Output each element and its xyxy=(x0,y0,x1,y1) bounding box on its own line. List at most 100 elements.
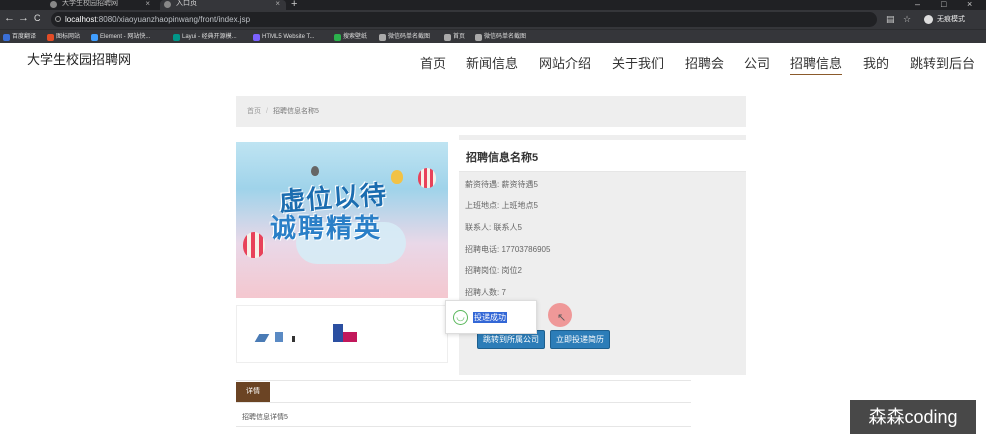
nav-item-mine[interactable]: 我的 xyxy=(863,53,889,72)
row-value: 薪资待遇5 xyxy=(501,180,538,189)
breadcrumb-home[interactable]: 首页 xyxy=(247,108,261,115)
bookmark-label: Element - 网站快... xyxy=(100,34,151,40)
nav-item-job-fair[interactable]: 招聘会 xyxy=(685,53,724,72)
nav-item-home[interactable]: 首页 xyxy=(420,53,446,72)
nav-item-site-intro[interactable]: 网站介绍 xyxy=(539,53,591,72)
nav-item-about[interactable]: 关于我们 xyxy=(612,53,664,72)
row-value: 7 xyxy=(501,288,506,297)
info-row-headcount: 招聘人数: 7 xyxy=(465,287,506,298)
row-label: 招聘人数: xyxy=(465,288,500,297)
bookmark-item[interactable]: 百度翻译 xyxy=(2,32,36,42)
info-icon[interactable] xyxy=(55,16,61,22)
row-label: 上班地点: xyxy=(465,201,500,210)
thumbnail-icon[interactable] xyxy=(292,336,295,342)
close-window-icon[interactable]: × xyxy=(967,0,972,9)
submit-resume-button[interactable]: 立即投递简历 xyxy=(550,330,610,349)
info-row-position: 招聘岗位: 岗位2 xyxy=(465,265,522,276)
thumbnail-icon[interactable] xyxy=(333,324,343,342)
bookmark-icon xyxy=(253,34,260,41)
bookmark-item[interactable]: 图标网站 xyxy=(46,32,80,42)
bookmark-icon xyxy=(334,34,341,41)
bookmark-icon xyxy=(3,34,10,41)
bookmark-item[interactable]: 微信码单名截图 xyxy=(474,32,526,42)
row-value: 联系人5 xyxy=(493,223,522,232)
bookmark-item[interactable]: 搜索壁纸 xyxy=(333,32,367,42)
browser-tab-active[interactable]: 入口页 × xyxy=(160,0,286,10)
browser-tab[interactable]: 大学生校园招聘网 × xyxy=(46,0,156,10)
translate-icon[interactable]: ▤ xyxy=(886,14,895,25)
tab-favicon-icon xyxy=(164,1,171,8)
url-path: :8080/xiaoyuanzhaopinwang/front/index.js… xyxy=(96,15,251,24)
site-nav: 首页 新闻信息 网站介绍 关于我们 招聘会 公司 招聘信息 我的 跳转到后台 xyxy=(0,53,986,75)
row-value: 17703786905 xyxy=(501,245,551,254)
url-host: localhost xyxy=(65,15,97,24)
tab-title: 入口页 xyxy=(176,0,197,7)
job-title: 招聘信息名称5 xyxy=(466,152,539,164)
thumbnail-strip xyxy=(236,305,448,363)
row-label: 招聘电话: xyxy=(465,245,500,254)
bookmark-item[interactable]: Element - 网站快... xyxy=(90,32,150,42)
bookmark-label: 图标网站 xyxy=(56,34,81,40)
bookmark-icon xyxy=(475,34,482,41)
incognito-icon xyxy=(924,15,933,24)
new-tab-icon[interactable]: + xyxy=(291,0,297,10)
hot-air-balloon-icon xyxy=(243,232,265,258)
bookmark-icon xyxy=(444,34,451,41)
close-tab-icon[interactable]: × xyxy=(275,0,280,8)
bookmark-item[interactable]: Layui - 经典开源模... xyxy=(172,32,237,42)
tab-details[interactable]: 详情 xyxy=(236,382,270,402)
bookmark-item[interactable]: HTML5 Website T... xyxy=(252,32,314,42)
bookmark-icon xyxy=(173,34,180,41)
bookmark-item[interactable]: 首页 xyxy=(443,32,465,42)
hot-air-balloon-icon xyxy=(391,170,403,184)
nav-item-news[interactable]: 新闻信息 xyxy=(466,53,518,72)
bookmark-label: Layui - 经典开源模... xyxy=(182,34,237,40)
thumbnail-icon[interactable] xyxy=(254,334,270,342)
job-image: 虚位以待 诚聘精英 xyxy=(236,142,448,298)
smile-icon: ◡ xyxy=(453,310,468,325)
tab-favicon-icon xyxy=(50,1,57,8)
nav-item-company[interactable]: 公司 xyxy=(744,53,770,72)
maximize-icon[interactable]: □ xyxy=(941,0,946,9)
row-value: 上班地点5 xyxy=(501,201,538,210)
close-tab-icon[interactable]: × xyxy=(145,0,150,8)
minimize-icon[interactable]: – xyxy=(915,0,920,9)
thumbnail-icon[interactable] xyxy=(275,332,283,342)
browser-tab-bar: 大学生校园招聘网 × 入口页 × + – □ × xyxy=(0,0,986,10)
bookmark-icon xyxy=(379,34,386,41)
bookmark-icon xyxy=(91,34,98,41)
info-row-salary: 薪资待遇: 薪资待遇5 xyxy=(465,179,538,190)
banner-line-2: 诚聘精英 xyxy=(270,213,383,243)
back-icon[interactable]: ← xyxy=(4,12,15,24)
incognito-badge[interactable]: 无痕模式 xyxy=(922,13,978,26)
breadcrumb-separator: / xyxy=(266,108,268,115)
mouse-cursor-highlight: ↖ xyxy=(548,303,572,327)
hot-air-balloon-icon xyxy=(418,168,436,188)
address-bar-row: ← → C localhost:8080/xiaoyuanzhaopinwang… xyxy=(0,10,986,29)
row-label: 联系人: xyxy=(465,223,492,232)
bookmark-label: 微信码单名截图 xyxy=(484,34,527,40)
bookmark-star-icon[interactable]: ☆ xyxy=(903,14,911,25)
bookmark-label: 微信码单名截图 xyxy=(388,34,431,40)
tab-title: 大学生校园招聘网 xyxy=(62,0,118,7)
toast-message: 投递成功 xyxy=(473,312,507,323)
bookmark-label: 首页 xyxy=(453,34,466,40)
info-row-phone: 招聘电话: 17703786905 xyxy=(465,244,550,255)
reload-icon[interactable]: C xyxy=(34,13,41,23)
cursor-arrow-icon: ↖ xyxy=(557,312,567,324)
video-watermark: 森森coding xyxy=(850,400,976,434)
info-row-contact: 联系人: 联系人5 xyxy=(465,222,522,233)
detail-divider xyxy=(236,426,691,427)
thumbnail-icon[interactable] xyxy=(343,332,357,342)
info-row-location: 上班地点: 上班地点5 xyxy=(465,200,538,211)
forward-icon[interactable]: → xyxy=(18,12,29,24)
hot-air-balloon-icon xyxy=(311,166,319,176)
nav-item-admin[interactable]: 跳转到后台 xyxy=(910,53,975,72)
url-input[interactable]: localhost:8080/xiaoyuanzhaopinwang/front… xyxy=(51,12,877,27)
success-toast: ◡ 投递成功 xyxy=(445,300,537,334)
nav-item-recruitment[interactable]: 招聘信息 xyxy=(790,53,843,75)
bookmark-item[interactable]: 微信码单名截图 xyxy=(378,32,430,42)
detail-section: 详情 招聘信息详情5 xyxy=(236,380,691,427)
incognito-label: 无痕模式 xyxy=(937,16,965,23)
bookmark-label: 百度翻译 xyxy=(12,34,37,40)
